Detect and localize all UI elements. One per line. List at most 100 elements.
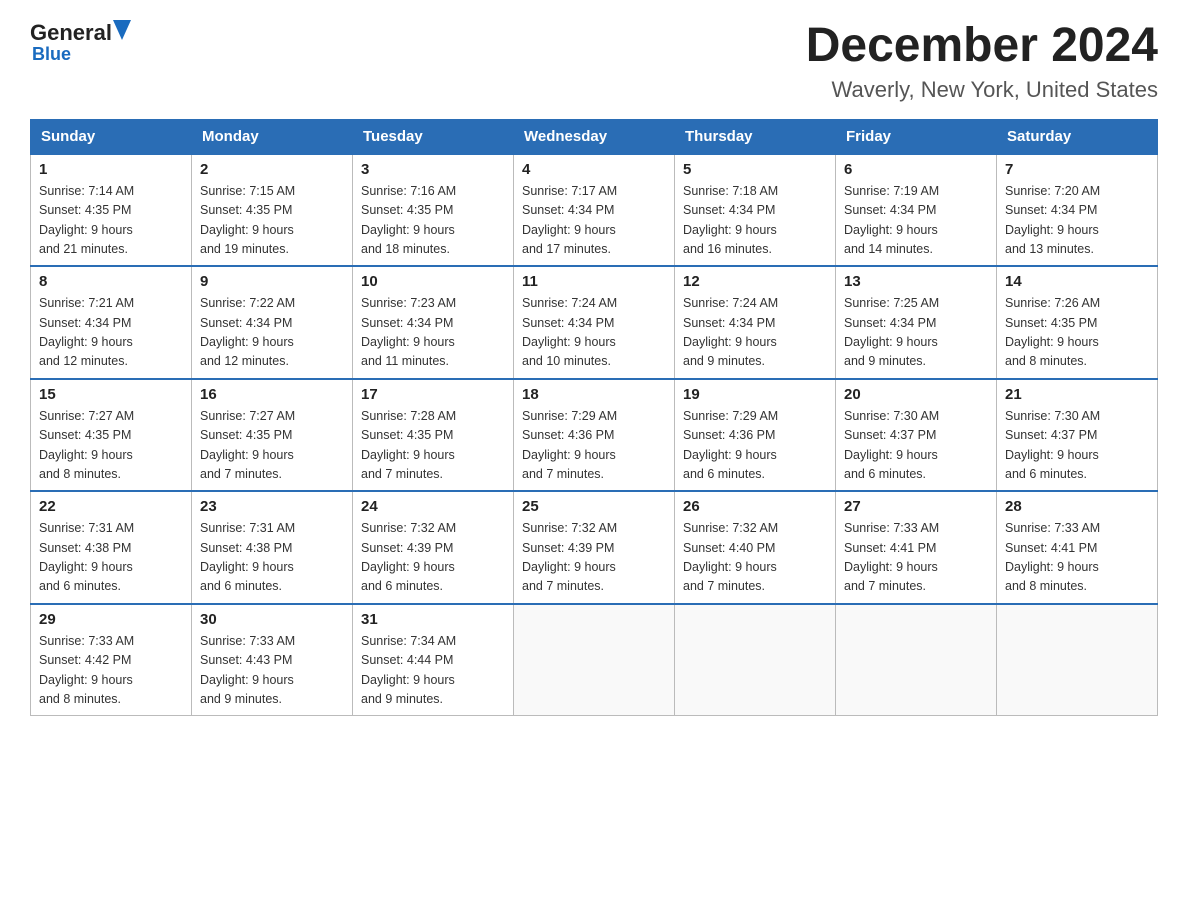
calendar-cell [836,604,997,716]
day-number: 10 [361,273,505,290]
calendar-cell: 5 Sunrise: 7:18 AMSunset: 4:34 PMDayligh… [675,154,836,267]
calendar-cell: 12 Sunrise: 7:24 AMSunset: 4:34 PMDaylig… [675,266,836,379]
day-info: Sunrise: 7:33 AMSunset: 4:43 PMDaylight:… [200,632,344,710]
day-info: Sunrise: 7:33 AMSunset: 4:41 PMDaylight:… [1005,519,1149,597]
day-info: Sunrise: 7:28 AMSunset: 4:35 PMDaylight:… [361,407,505,485]
day-info: Sunrise: 7:33 AMSunset: 4:41 PMDaylight:… [844,519,988,597]
calendar-cell: 6 Sunrise: 7:19 AMSunset: 4:34 PMDayligh… [836,154,997,267]
calendar-cell: 7 Sunrise: 7:20 AMSunset: 4:34 PMDayligh… [997,154,1158,267]
calendar-cell: 3 Sunrise: 7:16 AMSunset: 4:35 PMDayligh… [353,154,514,267]
calendar-header-row: SundayMondayTuesdayWednesdayThursdayFrid… [31,119,1158,154]
month-title: December 2024 [806,20,1158,73]
day-info: Sunrise: 7:32 AMSunset: 4:39 PMDaylight:… [522,519,666,597]
calendar-cell: 26 Sunrise: 7:32 AMSunset: 4:40 PMDaylig… [675,491,836,604]
day-number: 22 [39,498,183,515]
calendar-cell: 10 Sunrise: 7:23 AMSunset: 4:34 PMDaylig… [353,266,514,379]
calendar-cell: 4 Sunrise: 7:17 AMSunset: 4:34 PMDayligh… [514,154,675,267]
calendar-cell [514,604,675,716]
calendar-cell [997,604,1158,716]
day-info: Sunrise: 7:16 AMSunset: 4:35 PMDaylight:… [361,182,505,260]
day-number: 6 [844,161,988,178]
calendar-cell: 21 Sunrise: 7:30 AMSunset: 4:37 PMDaylig… [997,379,1158,492]
day-number: 31 [361,611,505,628]
calendar-cell: 27 Sunrise: 7:33 AMSunset: 4:41 PMDaylig… [836,491,997,604]
day-number: 9 [200,273,344,290]
calendar-cell: 30 Sunrise: 7:33 AMSunset: 4:43 PMDaylig… [192,604,353,716]
calendar-cell: 9 Sunrise: 7:22 AMSunset: 4:34 PMDayligh… [192,266,353,379]
calendar-cell: 22 Sunrise: 7:31 AMSunset: 4:38 PMDaylig… [31,491,192,604]
day-info: Sunrise: 7:24 AMSunset: 4:34 PMDaylight:… [683,294,827,372]
calendar-cell: 8 Sunrise: 7:21 AMSunset: 4:34 PMDayligh… [31,266,192,379]
day-info: Sunrise: 7:34 AMSunset: 4:44 PMDaylight:… [361,632,505,710]
calendar-cell: 23 Sunrise: 7:31 AMSunset: 4:38 PMDaylig… [192,491,353,604]
day-number: 14 [1005,273,1149,290]
day-number: 8 [39,273,183,290]
day-info: Sunrise: 7:25 AMSunset: 4:34 PMDaylight:… [844,294,988,372]
week-row-3: 15 Sunrise: 7:27 AMSunset: 4:35 PMDaylig… [31,379,1158,492]
day-number: 21 [1005,386,1149,403]
column-header-sunday: Sunday [31,119,192,154]
column-header-saturday: Saturday [997,119,1158,154]
day-number: 15 [39,386,183,403]
day-number: 26 [683,498,827,515]
day-info: Sunrise: 7:26 AMSunset: 4:35 PMDaylight:… [1005,294,1149,372]
day-number: 28 [1005,498,1149,515]
calendar-cell: 19 Sunrise: 7:29 AMSunset: 4:36 PMDaylig… [675,379,836,492]
calendar-cell: 13 Sunrise: 7:25 AMSunset: 4:34 PMDaylig… [836,266,997,379]
day-info: Sunrise: 7:21 AMSunset: 4:34 PMDaylight:… [39,294,183,372]
day-info: Sunrise: 7:14 AMSunset: 4:35 PMDaylight:… [39,182,183,260]
day-number: 3 [361,161,505,178]
day-info: Sunrise: 7:27 AMSunset: 4:35 PMDaylight:… [200,407,344,485]
day-number: 17 [361,386,505,403]
calendar-cell: 28 Sunrise: 7:33 AMSunset: 4:41 PMDaylig… [997,491,1158,604]
day-number: 11 [522,273,666,290]
calendar-cell: 25 Sunrise: 7:32 AMSunset: 4:39 PMDaylig… [514,491,675,604]
day-info: Sunrise: 7:22 AMSunset: 4:34 PMDaylight:… [200,294,344,372]
calendar-cell: 1 Sunrise: 7:14 AMSunset: 4:35 PMDayligh… [31,154,192,267]
calendar-cell: 11 Sunrise: 7:24 AMSunset: 4:34 PMDaylig… [514,266,675,379]
day-number: 24 [361,498,505,515]
day-info: Sunrise: 7:31 AMSunset: 4:38 PMDaylight:… [200,519,344,597]
day-number: 5 [683,161,827,178]
calendar-cell [675,604,836,716]
day-number: 4 [522,161,666,178]
day-info: Sunrise: 7:30 AMSunset: 4:37 PMDaylight:… [844,407,988,485]
day-number: 25 [522,498,666,515]
column-header-thursday: Thursday [675,119,836,154]
calendar-table: SundayMondayTuesdayWednesdayThursdayFrid… [30,119,1158,717]
column-header-friday: Friday [836,119,997,154]
day-info: Sunrise: 7:30 AMSunset: 4:37 PMDaylight:… [1005,407,1149,485]
day-number: 12 [683,273,827,290]
day-info: Sunrise: 7:20 AMSunset: 4:34 PMDaylight:… [1005,182,1149,260]
calendar-cell: 24 Sunrise: 7:32 AMSunset: 4:39 PMDaylig… [353,491,514,604]
calendar-cell: 29 Sunrise: 7:33 AMSunset: 4:42 PMDaylig… [31,604,192,716]
day-info: Sunrise: 7:29 AMSunset: 4:36 PMDaylight:… [683,407,827,485]
day-info: Sunrise: 7:19 AMSunset: 4:34 PMDaylight:… [844,182,988,260]
calendar-cell: 15 Sunrise: 7:27 AMSunset: 4:35 PMDaylig… [31,379,192,492]
day-number: 1 [39,161,183,178]
day-info: Sunrise: 7:24 AMSunset: 4:34 PMDaylight:… [522,294,666,372]
day-info: Sunrise: 7:33 AMSunset: 4:42 PMDaylight:… [39,632,183,710]
day-number: 7 [1005,161,1149,178]
day-number: 30 [200,611,344,628]
column-header-monday: Monday [192,119,353,154]
week-row-2: 8 Sunrise: 7:21 AMSunset: 4:34 PMDayligh… [31,266,1158,379]
logo: General Blue [30,20,132,65]
calendar-cell: 17 Sunrise: 7:28 AMSunset: 4:35 PMDaylig… [353,379,514,492]
day-info: Sunrise: 7:17 AMSunset: 4:34 PMDaylight:… [522,182,666,260]
calendar-cell: 20 Sunrise: 7:30 AMSunset: 4:37 PMDaylig… [836,379,997,492]
day-number: 2 [200,161,344,178]
location-subtitle: Waverly, New York, United States [806,77,1158,103]
day-number: 23 [200,498,344,515]
day-info: Sunrise: 7:31 AMSunset: 4:38 PMDaylight:… [39,519,183,597]
day-number: 20 [844,386,988,403]
day-number: 27 [844,498,988,515]
week-row-5: 29 Sunrise: 7:33 AMSunset: 4:42 PMDaylig… [31,604,1158,716]
day-info: Sunrise: 7:27 AMSunset: 4:35 PMDaylight:… [39,407,183,485]
calendar-cell: 18 Sunrise: 7:29 AMSunset: 4:36 PMDaylig… [514,379,675,492]
day-info: Sunrise: 7:18 AMSunset: 4:34 PMDaylight:… [683,182,827,260]
column-header-tuesday: Tuesday [353,119,514,154]
day-number: 13 [844,273,988,290]
day-number: 18 [522,386,666,403]
day-info: Sunrise: 7:15 AMSunset: 4:35 PMDaylight:… [200,182,344,260]
